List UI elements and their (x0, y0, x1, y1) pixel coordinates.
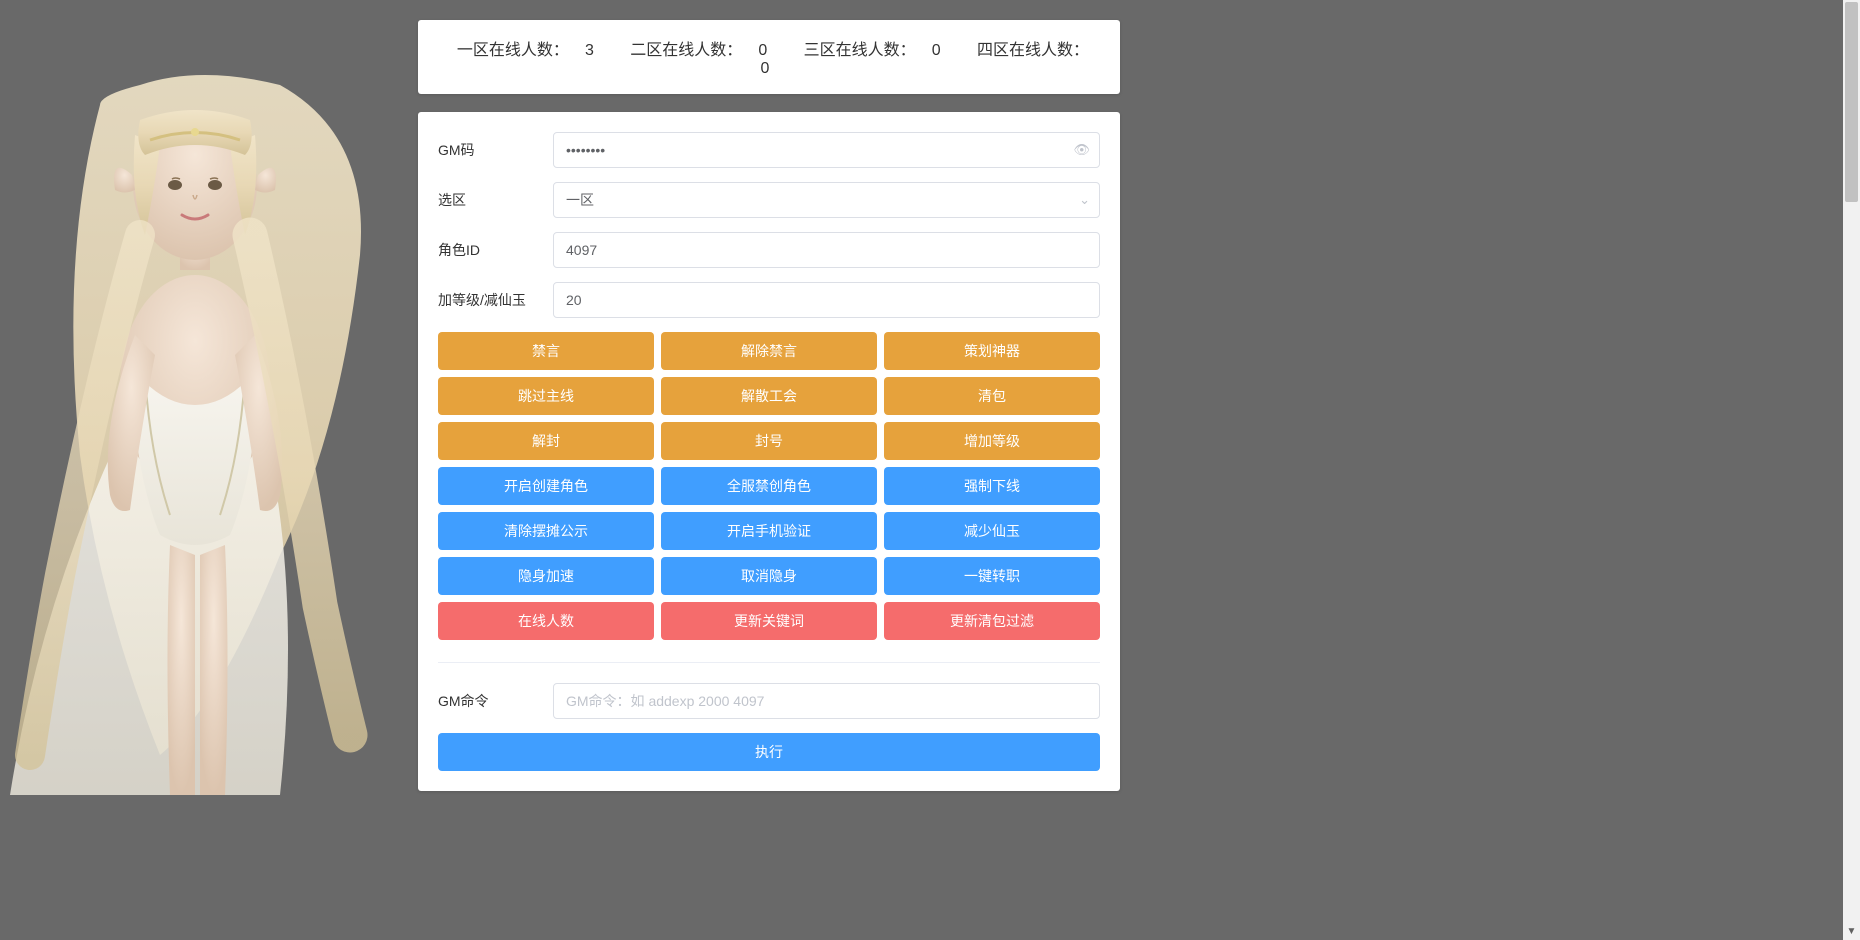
reduce-jade-button[interactable]: 减少仙玉 (884, 512, 1100, 550)
scrollbar-thumb[interactable] (1845, 2, 1858, 202)
amount-input[interactable] (553, 282, 1100, 318)
unmute-button[interactable]: 解除禁言 (661, 332, 877, 370)
change-job-button[interactable]: 一键转职 (884, 557, 1100, 595)
zone2-online: 二区在线人数：0 (622, 42, 775, 59)
role-id-input[interactable] (553, 232, 1100, 268)
ban-button[interactable]: 封号 (661, 422, 877, 460)
zone1-online: 一区在线人数：3 (449, 42, 602, 59)
force-offline-button[interactable]: 强制下线 (884, 467, 1100, 505)
gm-form-panel: GM码 👁 选区 ⌄ 角色ID 加等级/减仙玉 禁言 解除禁言 策划神器 (418, 112, 1120, 791)
character-artwork (0, 55, 385, 795)
clear-bag-button[interactable]: 清包 (884, 377, 1100, 415)
planner-weapon-button[interactable]: 策划神器 (884, 332, 1100, 370)
scrollbar[interactable]: ▲ ▼ (1843, 0, 1860, 940)
add-level-button[interactable]: 增加等级 (884, 422, 1100, 460)
gm-command-input[interactable] (553, 683, 1100, 719)
gm-code-input[interactable] (553, 132, 1100, 168)
zone-select[interactable] (553, 182, 1100, 218)
zone3-online: 三区在线人数：0 (796, 42, 949, 59)
update-keywords-button[interactable]: 更新关键词 (661, 602, 877, 640)
online-count-button[interactable]: 在线人数 (438, 602, 654, 640)
online-count-header: 一区在线人数：3 二区在线人数：0 三区在线人数：0 四区在线人数：0 (418, 20, 1120, 94)
stealth-speed-button[interactable]: 隐身加速 (438, 557, 654, 595)
amount-label: 加等级/减仙玉 (438, 290, 553, 310)
mute-button[interactable]: 禁言 (438, 332, 654, 370)
gm-code-label: GM码 (438, 140, 553, 160)
main-panel: 一区在线人数：3 二区在线人数：0 三区在线人数：0 四区在线人数：0 GM码 … (418, 0, 1120, 791)
scroll-down-icon[interactable]: ▼ (1843, 923, 1860, 940)
cancel-stealth-button[interactable]: 取消隐身 (661, 557, 877, 595)
disable-create-role-button[interactable]: 全服禁创角色 (661, 467, 877, 505)
zone-select-label: 选区 (438, 190, 553, 210)
update-clearbag-filter-button[interactable]: 更新清包过滤 (884, 602, 1100, 640)
enable-phone-verify-button[interactable]: 开启手机验证 (661, 512, 877, 550)
unban-button[interactable]: 解封 (438, 422, 654, 460)
clear-stall-notice-button[interactable]: 清除摆摊公示 (438, 512, 654, 550)
gm-command-label: GM命令 (438, 691, 553, 711)
skip-main-button[interactable]: 跳过主线 (438, 377, 654, 415)
dissolve-guild-button[interactable]: 解散工会 (661, 377, 877, 415)
role-id-label: 角色ID (438, 240, 553, 260)
execute-button[interactable]: 执行 (438, 733, 1100, 771)
enable-create-role-button[interactable]: 开启创建角色 (438, 467, 654, 505)
divider (438, 662, 1100, 663)
